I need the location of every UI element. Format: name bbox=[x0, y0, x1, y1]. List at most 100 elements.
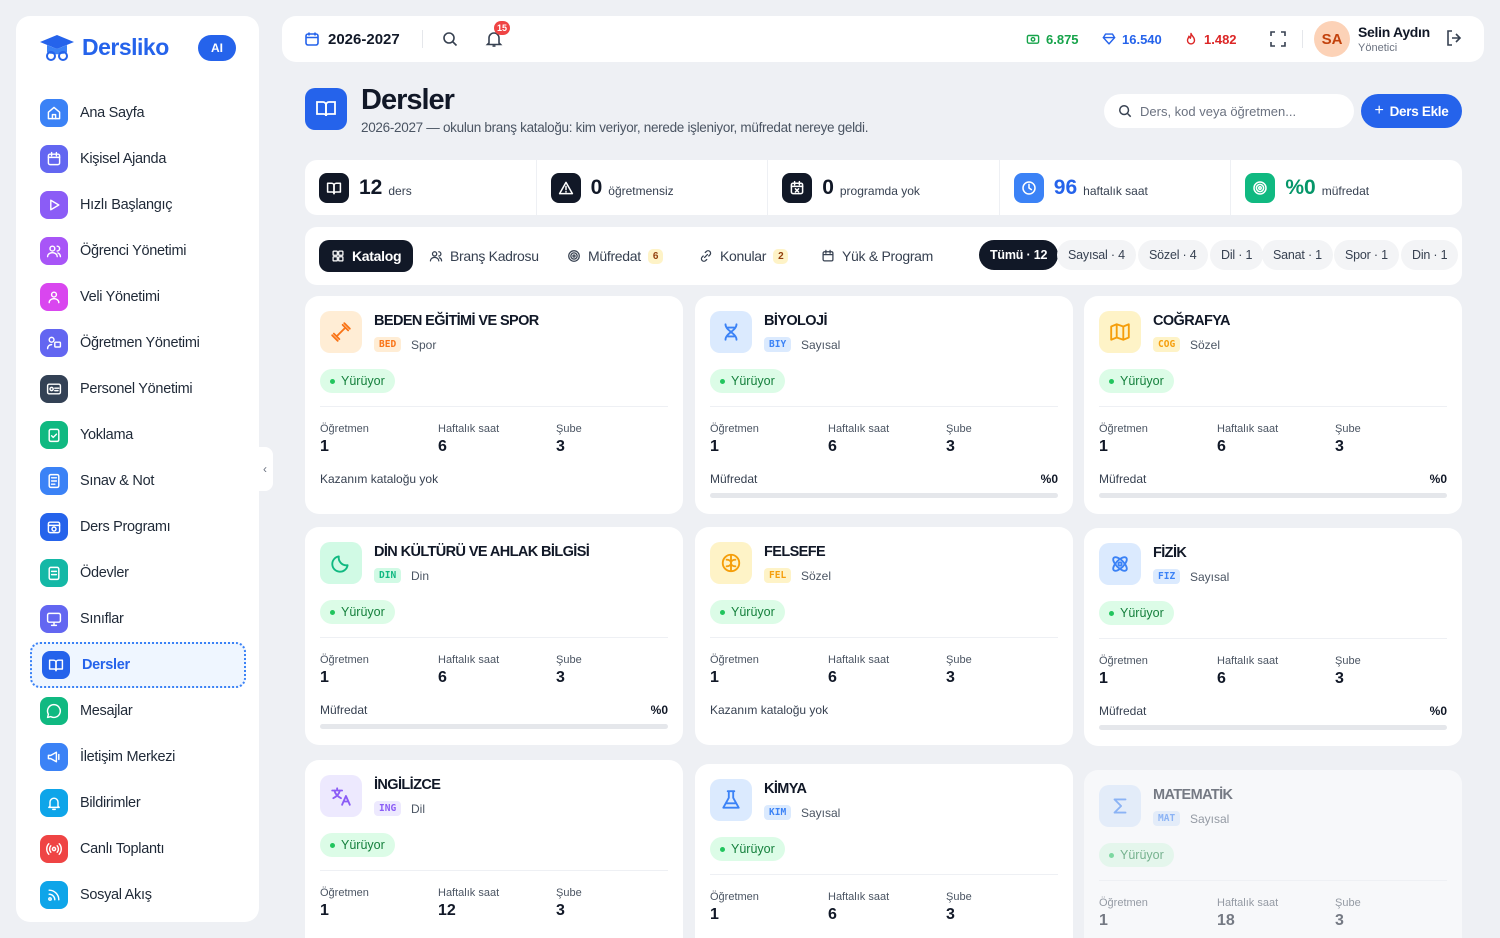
sidebar-item-bildirimler[interactable]: Bildirimler bbox=[30, 780, 246, 826]
kpi-card: 96 haftalık saat bbox=[1000, 160, 1232, 215]
sidebar-item-label: Öğrenci Yönetimi bbox=[80, 243, 187, 259]
course-card[interactable]: BEDEN EĞİTİMİ VE SPOR BED Spor Yürüyor Ö… bbox=[305, 296, 683, 514]
course-card[interactable]: İNGİLİZCE ING Dil Yürüyor Öğretmen 1 Haf… bbox=[305, 760, 683, 938]
kpi-card: 0 öğretmensiz bbox=[537, 160, 769, 215]
sidebar-item-sinav-not[interactable]: Sınav & Not bbox=[30, 458, 246, 504]
topbar-stat[interactable]: 1.482 bbox=[1184, 16, 1237, 62]
weekly-hours: 6 bbox=[828, 906, 837, 923]
schedule-icon-badge bbox=[40, 513, 68, 541]
tab-yuk-program[interactable]: Yük & Program bbox=[821, 240, 933, 272]
academic-year-selector[interactable]: 2026-2027 bbox=[304, 16, 400, 62]
user-avatar[interactable]: SA bbox=[1314, 21, 1350, 57]
sidebar-item-odevler[interactable]: Ödevler bbox=[30, 550, 246, 596]
filter-chip[interactable]: Sayısal · 4 bbox=[1057, 240, 1136, 270]
tab-konular[interactable]: Konular 2 bbox=[699, 240, 789, 272]
add-course-button[interactable]: + Ders Ekle bbox=[1361, 94, 1462, 128]
teacher-label: Öğretmen bbox=[710, 654, 759, 666]
sidebar-item-personel-yonetimi[interactable]: Personel Yönetimi bbox=[30, 366, 246, 412]
branch-count: 3 bbox=[946, 906, 955, 923]
topbar-stat[interactable]: 16.540 bbox=[1102, 16, 1162, 62]
fullscreen-button[interactable] bbox=[1267, 28, 1289, 50]
sidebar-collapse-button[interactable]: ‹ bbox=[257, 447, 273, 491]
filter-chip[interactable]: Spor · 1 bbox=[1334, 240, 1399, 270]
sidebar-item-veli-yonetimi[interactable]: Veli Yönetimi bbox=[30, 274, 246, 320]
course-card[interactable]: KİMYA KIM Sayısal Yürüyor Öğretmen 1 Haf… bbox=[695, 764, 1073, 938]
user-group-icon-badge bbox=[40, 283, 68, 311]
brain-icon bbox=[721, 553, 741, 573]
calendar-icon bbox=[822, 249, 834, 262]
weekly-hours: 18 bbox=[1217, 912, 1235, 929]
no-catalog-note: Kazanım kataloğu yok bbox=[320, 472, 439, 486]
sidebar-item-mesajlar[interactable]: Mesajlar bbox=[30, 688, 246, 734]
course-card[interactable]: FİZİK FIZ Sayısal Yürüyor Öğretmen 1 Haf… bbox=[1084, 528, 1462, 746]
link-icon bbox=[700, 250, 712, 262]
sidebar-item-yoklama[interactable]: Yoklama bbox=[30, 412, 246, 458]
course-card[interactable]: DİN KÜLTÜRÜ VE AHLAK BİLGİSİ DIN Din Yür… bbox=[305, 527, 683, 745]
weekly-hours: 6 bbox=[828, 669, 837, 686]
sidebar-item-canli-toplanti[interactable]: Canlı Toplantı bbox=[30, 826, 246, 872]
book-open-icon bbox=[316, 101, 336, 117]
tab-brans-kadrosu[interactable]: Branş Kadrosu bbox=[429, 240, 539, 272]
filter-chip[interactable]: Sözel · 4 bbox=[1138, 240, 1208, 270]
course-icon-badge bbox=[320, 311, 362, 353]
teacher-label: Öğretmen bbox=[1099, 655, 1148, 667]
course-card[interactable]: BİYOLOJİ BIY Sayısal Yürüyor Öğretmen 1 … bbox=[695, 296, 1073, 514]
book-open-icon bbox=[48, 659, 64, 672]
sidebar-item-kisisel-ajanda[interactable]: Kişisel Ajanda bbox=[30, 136, 246, 182]
status-dot bbox=[720, 846, 725, 852]
filter-chip[interactable]: Din · 1 bbox=[1401, 240, 1459, 270]
sidebar-item-dersler[interactable]: Dersler bbox=[30, 642, 246, 688]
course-icon-badge bbox=[320, 775, 362, 817]
sidebar-item-siniflar[interactable]: Sınıflar bbox=[30, 596, 246, 642]
ai-assistant-button[interactable]: AI bbox=[198, 35, 236, 61]
filter-chip[interactable]: Dil · 1 bbox=[1210, 240, 1264, 270]
hours-label: Haftalık saat bbox=[1217, 655, 1279, 667]
sidebar-item-ana-sayfa[interactable]: Ana Sayfa bbox=[30, 90, 246, 136]
sidebar-item-hizli-baslangic[interactable]: Hızlı Başlangıç bbox=[30, 182, 246, 228]
sidebar-item-ogrenci-yonetimi[interactable]: Öğrenci Yönetimi bbox=[30, 228, 246, 274]
sidebar-item-ogretmen-yonetimi[interactable]: Öğretmen Yönetimi bbox=[30, 320, 246, 366]
tab-katalog[interactable]: Katalog bbox=[319, 240, 414, 272]
course-name: FELSEFE bbox=[764, 544, 826, 560]
tab-mufredat[interactable]: Müfredat 6 bbox=[567, 240, 664, 272]
course-search-input[interactable] bbox=[1140, 103, 1340, 119]
sidebar-item-sosyal-akis[interactable]: Sosyal Akış bbox=[30, 872, 246, 918]
topbar: 2026-2027 15 6.875 16.540 1.482 SA Selin… bbox=[282, 16, 1484, 62]
filter-chip[interactable]: Sanat · 1 bbox=[1262, 240, 1333, 270]
status-badge: Yürüyor bbox=[710, 369, 785, 393]
course-area: Sayısal bbox=[1190, 812, 1230, 826]
branch-count: 3 bbox=[1335, 670, 1344, 687]
sidebar-item-i-letisim-merkezi[interactable]: İletişim Merkezi bbox=[30, 734, 246, 780]
divider bbox=[1302, 30, 1303, 48]
search-button[interactable] bbox=[439, 28, 461, 50]
topbar-stat[interactable]: 6.875 bbox=[1026, 16, 1079, 62]
status-badge: Yürüyor bbox=[1099, 843, 1174, 867]
id-card-icon-badge bbox=[40, 375, 68, 403]
status-label: Yürüyor bbox=[341, 374, 385, 388]
status-badge: Yürüyor bbox=[1099, 601, 1174, 625]
course-name: İNGİLİZCE bbox=[374, 777, 441, 793]
filter-chip[interactable]: Tümü · 12 bbox=[979, 240, 1059, 270]
status-badge: Yürüyor bbox=[710, 600, 785, 624]
teacher-icon bbox=[46, 336, 62, 350]
add-course-label: Ders Ekle bbox=[1389, 103, 1449, 119]
fullscreen-icon bbox=[1270, 31, 1286, 47]
course-code-badge: BIY bbox=[764, 337, 792, 352]
broadcast-icon bbox=[46, 843, 62, 855]
course-card[interactable]: MATEMATİK MAT Sayısal Yürüyor Öğretmen 1… bbox=[1084, 770, 1462, 938]
play-icon bbox=[50, 199, 60, 211]
sidebar-item-ders-programi[interactable]: Ders Programı bbox=[30, 504, 246, 550]
course-search[interactable] bbox=[1104, 94, 1354, 128]
kpi-card: %0 müfredat bbox=[1231, 160, 1462, 215]
teacher-count: 1 bbox=[710, 669, 719, 686]
translate-icon bbox=[331, 787, 351, 806]
sidebar-item-label: Ders Programı bbox=[80, 519, 171, 535]
academic-year: 2026-2027 bbox=[328, 30, 400, 48]
course-code-badge: BED bbox=[374, 337, 402, 352]
logout-button[interactable] bbox=[1444, 28, 1464, 53]
brand-logo[interactable]: Dersliko bbox=[38, 32, 169, 62]
course-card[interactable]: COĞRAFYA COG Sözel Yürüyor Öğretmen 1 Ha… bbox=[1084, 296, 1462, 514]
course-card[interactable]: FELSEFE FEL Sözel Yürüyor Öğretmen 1 Haf… bbox=[695, 527, 1073, 745]
classroom-icon-badge bbox=[40, 605, 68, 633]
course-name: BİYOLOJİ bbox=[764, 313, 827, 329]
